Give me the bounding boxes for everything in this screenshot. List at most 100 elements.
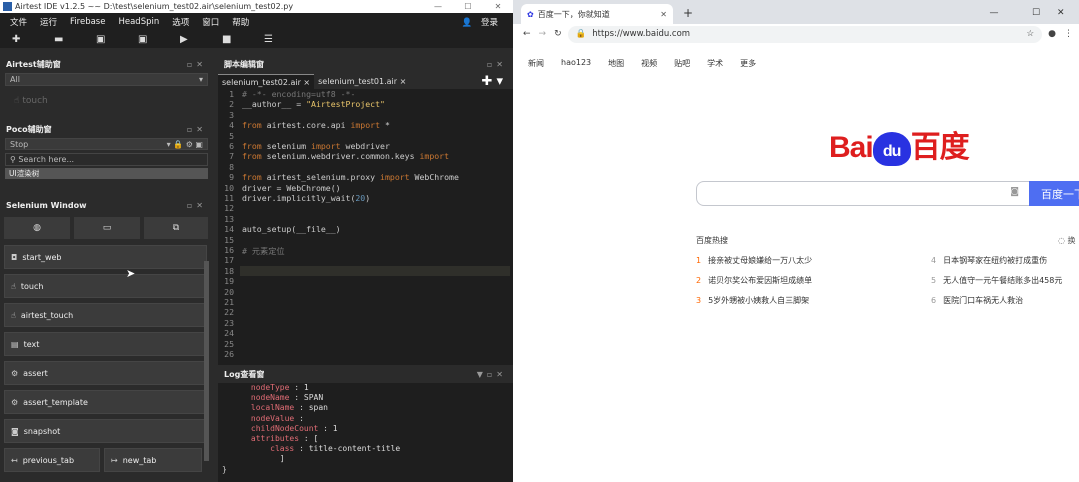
arrow-left-icon: ↤: [11, 455, 18, 465]
hot-search-item[interactable]: 5 无人值守一元午餐结账多出458元: [931, 275, 1062, 286]
log-line: }: [222, 464, 227, 474]
menu-firebase[interactable]: Firebase: [70, 17, 105, 27]
nav-more[interactable]: 更多: [740, 58, 756, 69]
minimize-icon[interactable]: —: [423, 2, 453, 11]
maximize-icon[interactable]: ☐: [1015, 8, 1057, 18]
panel-controls-icon[interactable]: ▫✕: [187, 201, 207, 210]
paw-logo-icon: du: [872, 132, 911, 166]
line-number: 26: [224, 349, 234, 359]
browser-tab[interactable]: ✿ 百度一下，你就知道 ✕: [521, 4, 673, 24]
line-number: 24: [224, 328, 234, 339]
monitor-icon[interactable]: ▭: [74, 217, 140, 239]
nav-xueshu[interactable]: 学术: [707, 58, 723, 69]
airtest-ide-window: Airtest IDE v1.2.5 ~~ D:\test\selenium_t…: [0, 0, 513, 482]
close-tab-icon[interactable]: ✕: [660, 10, 667, 19]
panel-controls-icon[interactable]: ▫✕: [187, 125, 207, 134]
line-number: 10: [224, 182, 234, 193]
add-tab-icon[interactable]: ✚ ▾: [481, 74, 513, 89]
globe-icon[interactable]: ◍: [4, 217, 70, 239]
close-icon[interactable]: ✕: [1057, 8, 1079, 18]
hot-search-item[interactable]: 2 诺贝尔奖公布爱因斯坦成绩单: [696, 275, 812, 286]
url-input[interactable]: 🔒 https://www.baidu.com ☆: [567, 25, 1043, 43]
log-line: nodeValue :: [222, 413, 309, 423]
menu-run[interactable]: 运行: [40, 16, 57, 28]
search-input[interactable]: ◙: [696, 181, 1030, 206]
menu-file[interactable]: 文件: [10, 16, 27, 28]
menu-headspin[interactable]: HeadSpin: [118, 17, 159, 27]
text-button[interactable]: ▤ text: [4, 332, 207, 356]
new-tab-icon[interactable]: +: [673, 6, 693, 24]
forward-icon[interactable]: →: [539, 29, 547, 39]
hot-search-item[interactable]: 4 日本钢琴家在纽约被打成重伤: [931, 255, 1047, 266]
code-line: driver = WebChrome(): [242, 182, 341, 193]
tab-selenium-test02[interactable]: selenium_test02.air ×: [218, 74, 315, 89]
line-number: 21: [224, 297, 234, 307]
nav-tieba[interactable]: 贴吧: [674, 58, 690, 69]
airtest-touch-item[interactable]: ☝ touch: [0, 86, 213, 120]
url-text: https://www.baidu.com: [592, 29, 691, 39]
maximize-icon[interactable]: ☐: [453, 2, 483, 11]
mouse-cursor-icon: ➤: [126, 267, 136, 280]
assert-template-button[interactable]: ⚙ assert_template: [4, 390, 207, 414]
menu-icon[interactable]: ⋮: [1064, 29, 1073, 39]
line-number: 9: [229, 172, 234, 183]
hot-title: 无人值守一元午餐结账多出458元: [943, 276, 1063, 285]
scrollbar[interactable]: [204, 261, 209, 461]
hot-search-item[interactable]: 1 接亲被丈母娘嫌给一万八太少: [696, 255, 812, 266]
gear-icon: ⚙: [11, 368, 19, 378]
app-icon: [3, 2, 12, 11]
poco-search-input[interactable]: ⚲ Search here...: [5, 153, 208, 166]
menu-help[interactable]: 帮助: [232, 16, 249, 28]
tab-selenium-test01[interactable]: selenium_test01.air ×: [314, 74, 410, 89]
code-line: from airtest.core.api import *: [242, 120, 390, 131]
save-as-icon[interactable]: ▣: [138, 34, 180, 45]
log-icon[interactable]: ☰: [264, 34, 306, 45]
menu-options[interactable]: 选项: [172, 16, 189, 28]
nav-hao123[interactable]: hao123: [561, 58, 591, 69]
button-label: assert_template: [23, 397, 88, 407]
previous-tab-button[interactable]: ↤ previous_tab: [4, 448, 100, 472]
hand-icon: ☝: [14, 96, 20, 106]
touch-button[interactable]: ☝ touch: [4, 274, 207, 298]
filter-icon[interactable]: ▼▫✕: [477, 370, 507, 379]
panel-controls-icon[interactable]: ▫✕: [187, 60, 207, 69]
button-label: previous_tab: [22, 455, 75, 465]
stop-icon[interactable]: ■: [222, 34, 264, 45]
new-tab-button[interactable]: ↦ new_tab: [104, 448, 202, 472]
start-web-button[interactable]: ◘ start_web: [4, 245, 207, 269]
reload-icon[interactable]: ↻: [554, 29, 562, 39]
editor-area: 脚本编辑窗 ▫✕ selenium_test02.air × selenium_t…: [218, 55, 513, 482]
menu-window[interactable]: 窗口: [202, 16, 219, 28]
hot-rank: 6: [931, 296, 937, 305]
camera-icon[interactable]: ◙: [1010, 187, 1019, 197]
new-icon[interactable]: ✚: [12, 34, 54, 45]
assert-button[interactable]: ⚙ assert: [4, 361, 207, 385]
airtest-filter-combo[interactable]: All ▾: [5, 73, 208, 86]
close-icon[interactable]: ✕: [483, 2, 513, 11]
open-icon[interactable]: ▬: [54, 34, 96, 45]
search-button[interactable]: 百度一下: [1029, 181, 1079, 206]
save-icon[interactable]: ▣: [96, 34, 138, 45]
hot-search-item[interactable]: 3 5岁外甥被小姨救人自三脚架: [696, 295, 809, 306]
airtest-touch-button[interactable]: ☝ airtest_touch: [4, 303, 207, 327]
hot-search-item[interactable]: 6 医院门口车祸无人救治: [931, 295, 1023, 306]
poco-mode-combo[interactable]: Stop ▾ 🔒 ⚙ ▣: [5, 138, 208, 150]
nav-news[interactable]: 新闻: [528, 58, 544, 69]
login-button[interactable]: 👤 登录: [462, 16, 505, 28]
nav-video[interactable]: 视频: [641, 58, 657, 69]
hot-rank: 5: [931, 276, 937, 285]
run-icon[interactable]: ▶: [180, 34, 222, 45]
window-switch-icon[interactable]: ⧉: [144, 217, 208, 239]
minimize-icon[interactable]: —: [973, 8, 1015, 18]
profile-icon[interactable]: ●: [1048, 29, 1056, 39]
ui-tree-item[interactable]: UI渲染树: [5, 168, 208, 179]
code-editor[interactable]: 1 # -*- encoding=utf8 -*- 2 __author__ = "A…: [218, 89, 513, 359]
panel-controls-icon[interactable]: ▫✕: [487, 60, 507, 69]
airtest-touch-label: touch: [22, 96, 48, 106]
nav-map[interactable]: 地图: [608, 58, 624, 69]
snapshot-button[interactable]: ◙ snapshot: [4, 419, 207, 443]
star-icon[interactable]: ☆: [1027, 29, 1035, 39]
log-view[interactable]: nodeType : 1 nodeName : SPAN localName :…: [218, 383, 513, 482]
back-icon[interactable]: ←: [523, 29, 531, 39]
refresh-hot-button[interactable]: ◌ 换: [1058, 235, 1076, 246]
